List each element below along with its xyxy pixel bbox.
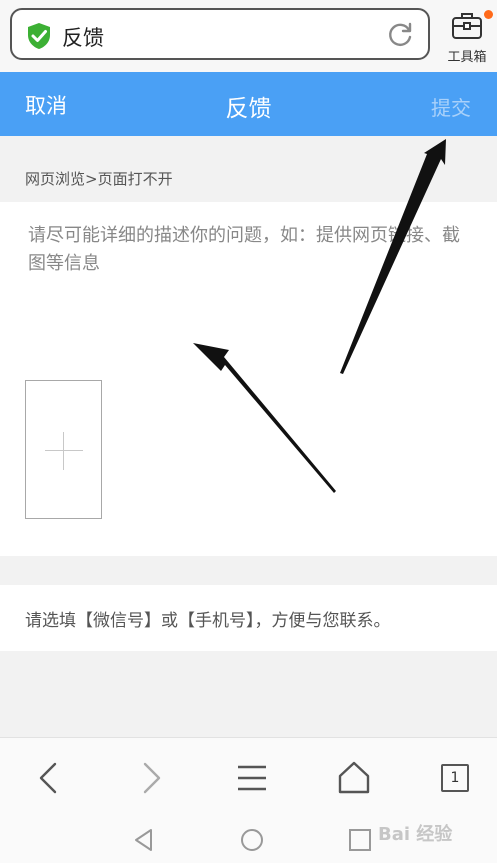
submit-button[interactable]: 提交 [431, 92, 471, 121]
plus-icon [45, 450, 83, 451]
back-icon[interactable] [29, 758, 69, 798]
home-icon[interactable] [334, 758, 374, 798]
contact-input[interactable]: 请选填【微信号】或【手机号】，方便与您联系。 [0, 585, 497, 651]
notification-dot [484, 10, 493, 19]
menu-icon[interactable] [232, 758, 272, 798]
cancel-button[interactable]: 取消 [25, 90, 67, 120]
toolbox-button[interactable]: 工具箱 [440, 6, 494, 66]
system-back-icon[interactable] [131, 827, 157, 853]
add-image-button[interactable] [25, 380, 102, 519]
watermark-text: Bai 经验 [378, 824, 453, 845]
system-home-icon[interactable] [239, 827, 265, 853]
reload-icon[interactable] [386, 21, 414, 49]
plus-icon-vertical [63, 432, 64, 470]
toolbox-label: 工具箱 [447, 50, 487, 65]
feedback-category[interactable]: 网页浏览>页面打不开 [25, 168, 173, 189]
feedback-header: 取消 反馈 提交 [0, 72, 497, 136]
tabs-icon: 1 [441, 764, 469, 792]
system-recents-icon[interactable] [347, 827, 373, 853]
contact-placeholder: 请选填【微信号】或【手机号】，方便与您联系。 [25, 611, 391, 631]
description-placeholder: 请尽可能详细的描述你的问题，如：提供网页链接、截图等信息 [28, 225, 460, 274]
shield-check-icon [28, 23, 50, 49]
page-title: 反馈 [225, 96, 272, 122]
description-input[interactable]: 请尽可能详细的描述你的问题，如：提供网页链接、截图等信息 [0, 202, 497, 556]
address-bar-text: 反馈 [62, 26, 104, 50]
tab-count: 1 [450, 770, 460, 786]
tabs-button[interactable]: 1 [435, 758, 475, 798]
browser-bottom-bar: 1 [0, 737, 497, 816]
address-bar[interactable]: 反馈 [10, 8, 430, 60]
forward-icon[interactable] [131, 758, 171, 798]
browser-top-bar: 反馈 工具箱 [0, 0, 497, 72]
toolbox-icon [452, 13, 482, 39]
